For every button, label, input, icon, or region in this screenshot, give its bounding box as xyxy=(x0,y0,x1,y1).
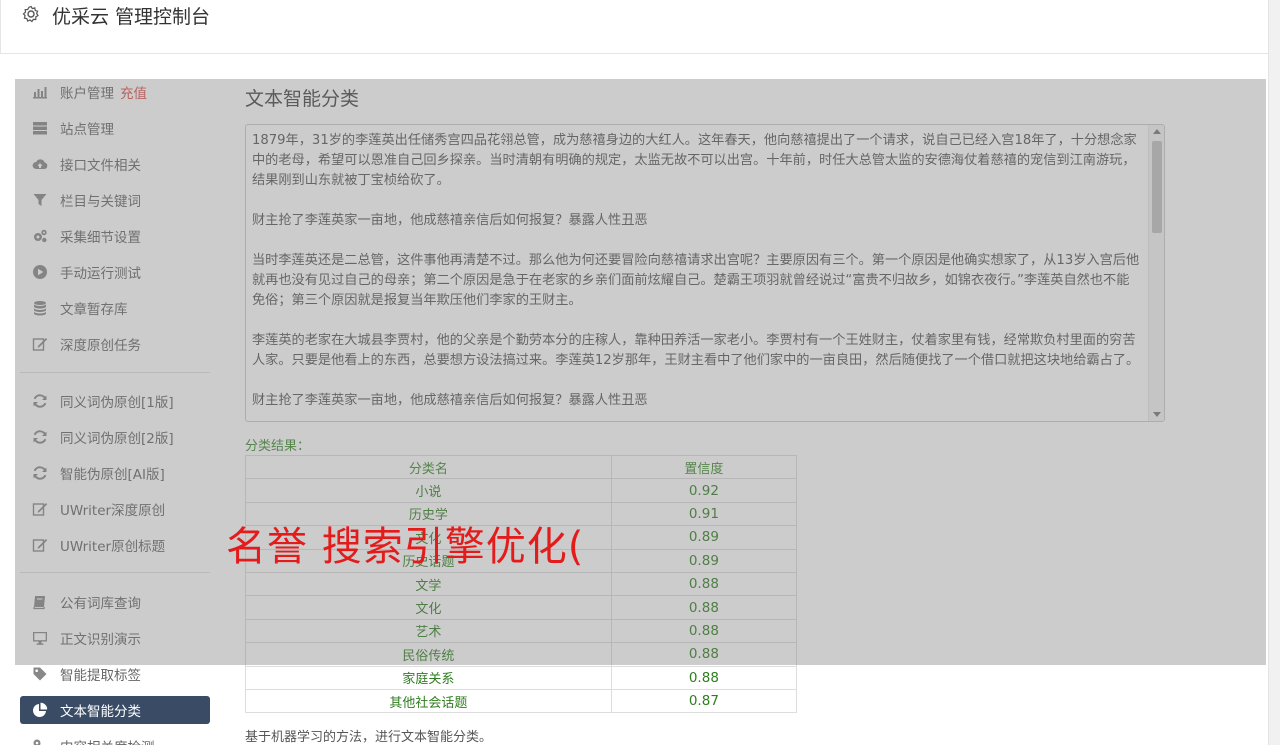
watermark-text: 名誉 搜索引擎优化( xyxy=(226,524,585,570)
grey-overlay xyxy=(15,79,1266,665)
table-row: 其他社会话题 0.87 xyxy=(245,688,798,714)
category-cell: 家庭关系 xyxy=(245,665,612,690)
sidebar-item-text-classification[interactable]: 文本智能分类 xyxy=(20,696,210,724)
confidence-cell: 0.87 xyxy=(610,688,798,714)
table-row: 家庭关系 0.88 xyxy=(245,665,798,690)
pie-chart-icon xyxy=(31,701,49,719)
page-scrollbar[interactable] xyxy=(1268,0,1280,745)
tag-icon xyxy=(31,665,49,683)
confidence-cell: 0.88 xyxy=(610,665,798,690)
app-title: 优采云 管理控制台 xyxy=(52,6,211,28)
top-bar: 优采云 管理控制台 xyxy=(0,0,1268,54)
key-icon xyxy=(31,737,49,745)
sidebar-item-relevance-check[interactable]: 内容相关度检测 xyxy=(20,732,210,745)
footer-note: 基于机器学习的方法，进行文本智能分类。 xyxy=(245,730,493,745)
sidebar-item-label: 文本智能分类 xyxy=(60,704,141,720)
category-cell: 其他社会话题 xyxy=(245,688,612,714)
sidebar-item-label: 内容相关度检测 xyxy=(60,736,155,745)
gear-icon xyxy=(21,4,41,24)
sidebar-item-label: 智能提取标签 xyxy=(60,668,141,684)
